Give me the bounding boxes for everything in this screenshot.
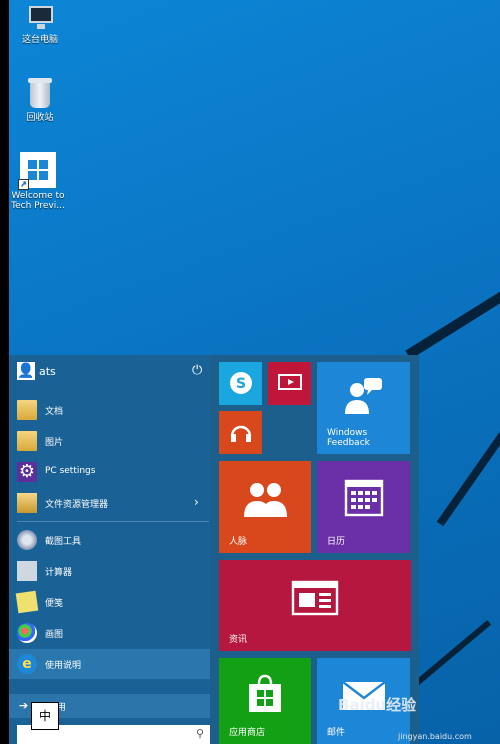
tile-label: 日历: [327, 537, 346, 547]
menu-item-sticky-notes[interactable]: 便笺: [9, 587, 210, 617]
menu-item-label: 计算器: [45, 568, 73, 578]
snipping-tool-icon: [17, 530, 37, 550]
tile-label: 邮件: [327, 728, 346, 738]
menu-item-paint[interactable]: 画图: [9, 618, 210, 648]
user-avatar-icon: 👤: [17, 362, 35, 380]
tile-label: 人脉: [229, 537, 248, 547]
user-name: ats: [39, 365, 56, 378]
menu-item-label: 画图: [45, 630, 64, 640]
store-icon: [219, 674, 311, 717]
tile-music[interactable]: [219, 411, 262, 454]
paint-icon: [17, 623, 37, 643]
wallpaper-ray: [436, 423, 500, 527]
menu-item-pictures[interactable]: 图片: [9, 426, 210, 456]
menu-item-label: 截图工具: [45, 537, 82, 547]
tile-label: 应用商店: [229, 728, 266, 738]
menu-item-label: 文件资源管理器: [45, 500, 109, 510]
tile-label: Windows: [327, 428, 368, 438]
arrow-right-icon: ➔: [19, 699, 29, 712]
menu-item-pc-settings[interactable]: ⚙ PC settings: [9, 457, 210, 487]
tile-people[interactable]: 人脉: [219, 461, 311, 553]
watermark-url: jingyan.baidu.com: [398, 732, 472, 741]
menu-item-documents[interactable]: 文档: [9, 395, 210, 425]
news-icon: [219, 580, 411, 619]
svg-text:S: S: [235, 376, 245, 392]
menu-item-calculator[interactable]: 计算器: [9, 556, 210, 586]
desktop-icon-label: Tech Previ...: [11, 201, 65, 211]
menu-item-snipping-tool[interactable]: 截图工具: [9, 525, 210, 555]
skype-icon: S: [219, 370, 262, 399]
feedback-icon: [317, 376, 410, 419]
headphones-icon: [219, 420, 262, 447]
tile-calendar[interactable]: 日历: [317, 461, 410, 553]
file-explorer-icon: [17, 493, 37, 513]
search-icon: ⚲: [195, 727, 204, 740]
gear-icon: ⚙: [17, 461, 37, 482]
desktop-icon-this-pc[interactable]: 这台电脑: [9, 6, 71, 45]
desktop-icon-welcome[interactable]: ↗ Welcome to Tech Previ...: [7, 152, 69, 211]
tile-store[interactable]: 应用商店: [219, 658, 311, 744]
sticky-notes-icon: [15, 590, 39, 614]
wallpaper-ray: [405, 276, 500, 360]
desktop-icon-label: 这台电脑: [21, 35, 58, 45]
tile-skype[interactable]: S: [219, 362, 262, 405]
calculator-icon: [17, 561, 37, 581]
start-menu-left-pane: 👤 ats ⏻ 文档 图片 ⚙ PC settings 文件资源管理器 › 截图…: [9, 355, 210, 744]
computer-icon: [25, 6, 55, 32]
left-black-strip: [0, 0, 9, 744]
menu-item-label: PC settings: [45, 466, 96, 476]
start-menu: 👤 ats ⏻ 文档 图片 ⚙ PC settings 文件资源管理器 › 截图…: [9, 355, 419, 744]
divider: [17, 521, 209, 522]
tile-news[interactable]: 资讯: [219, 560, 411, 651]
desktop-icon-label: Welcome to: [11, 191, 65, 201]
menu-item-label: 使用说明: [45, 661, 82, 671]
tile-label: Feedback: [327, 438, 370, 448]
video-icon: [268, 374, 311, 395]
tile-label: 资讯: [229, 635, 248, 645]
folder-icon: [17, 400, 37, 420]
shortcut-arrow-icon: ↗: [18, 179, 29, 190]
chevron-right-icon[interactable]: ›: [194, 495, 199, 509]
recycle-bin-icon: [28, 78, 52, 110]
windows-logo-icon: ↗: [18, 152, 56, 190]
calendar-icon: [317, 479, 410, 520]
menu-item-label: 文档: [45, 407, 64, 417]
user-account[interactable]: 👤 ats ⏻: [9, 355, 210, 389]
desktop-icon-recycle-bin[interactable]: 回收站: [9, 78, 71, 123]
ime-indicator[interactable]: 中: [31, 702, 59, 730]
people-icon: [219, 479, 311, 522]
menu-item-label: 便笺: [45, 599, 64, 609]
menu-item-usage-guide[interactable]: e 使用说明: [9, 649, 210, 679]
menu-item-label: 图片: [45, 438, 64, 448]
watermark: Baidu经验: [338, 696, 417, 714]
tile-windows-feedback[interactable]: Windows Feedback: [317, 362, 410, 454]
internet-explorer-icon: e: [17, 654, 37, 674]
desktop: 这台电脑 回收站 ↗ Welcome to Tech Previ... 👤 at…: [0, 0, 500, 744]
desktop-icon-label: 回收站: [26, 113, 54, 123]
folder-icon: [17, 431, 37, 451]
tile-video[interactable]: [268, 362, 311, 405]
power-icon[interactable]: ⏻: [192, 363, 202, 378]
menu-item-file-explorer[interactable]: 文件资源管理器 ›: [9, 488, 210, 518]
